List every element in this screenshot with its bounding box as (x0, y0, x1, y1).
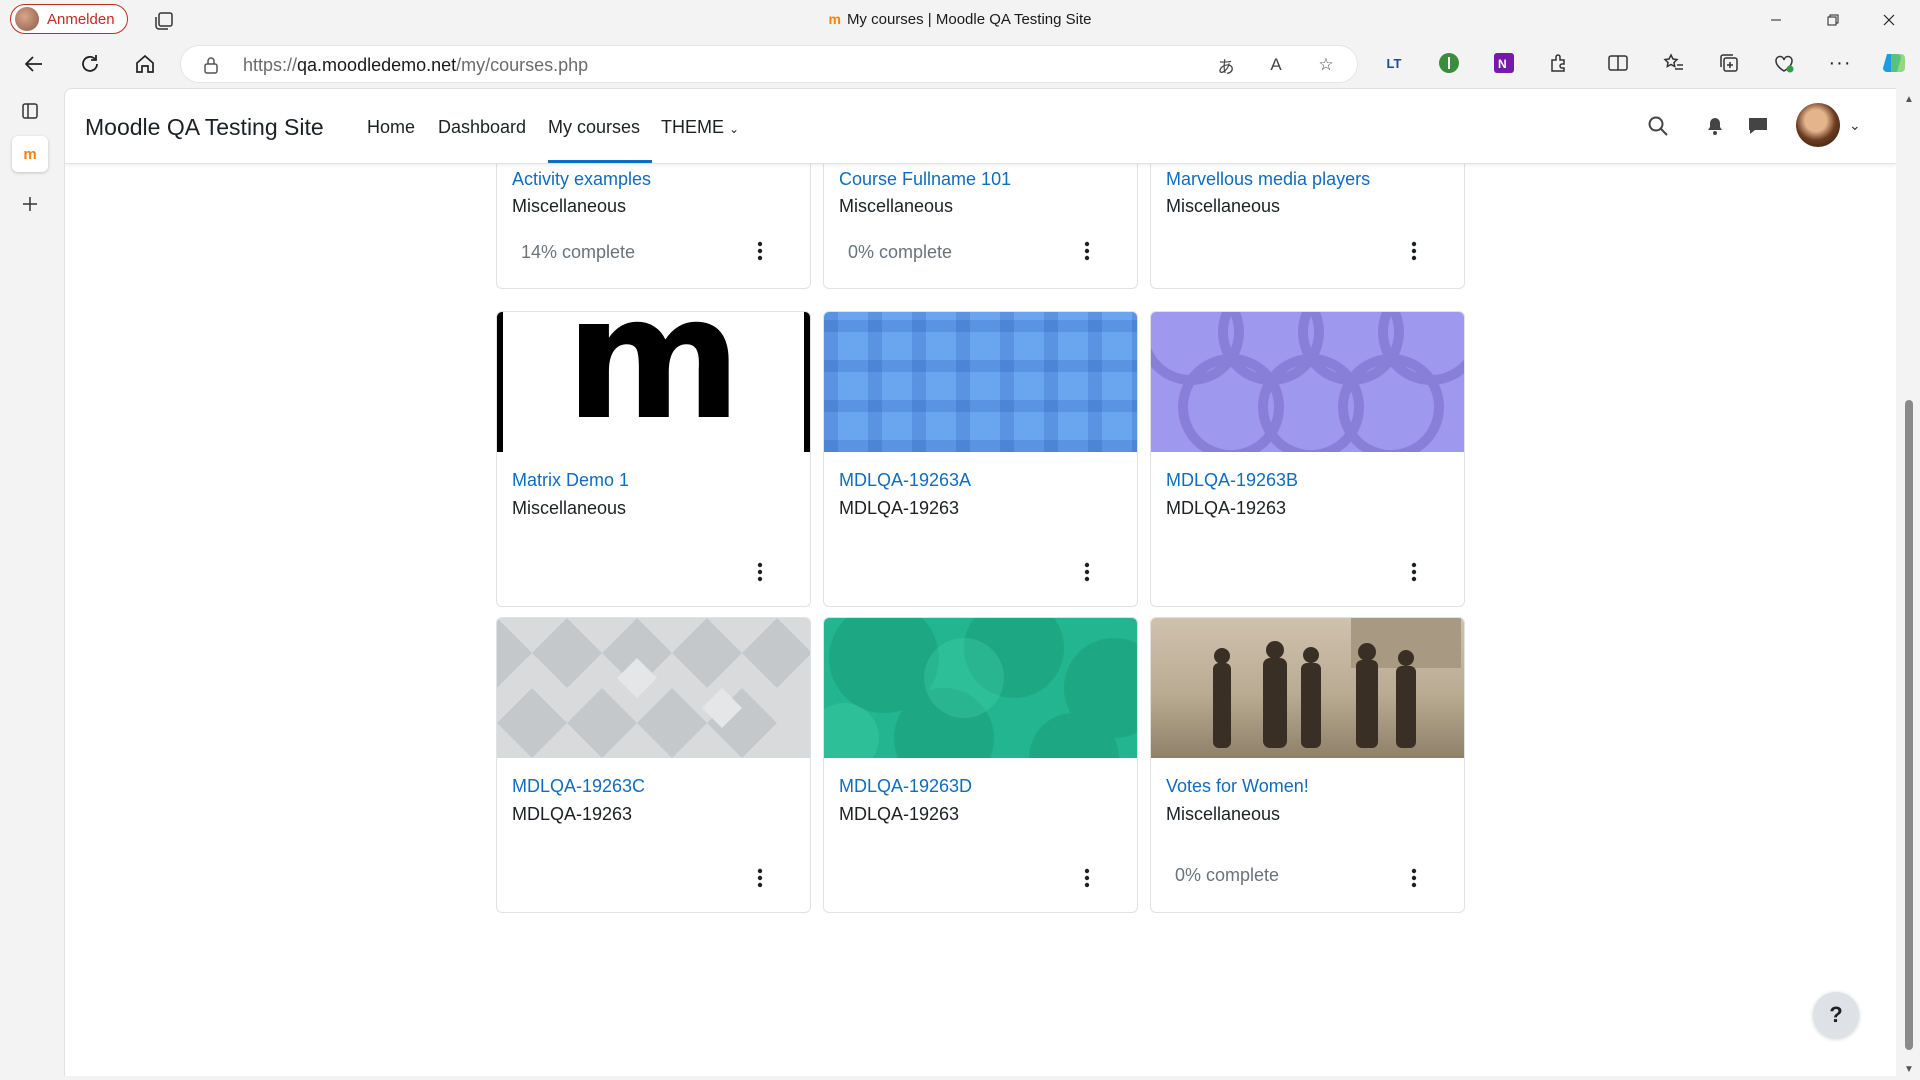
course-title-link[interactable]: Activity examples (512, 169, 651, 190)
tab-actions-icon[interactable] (12, 93, 48, 129)
moodle-navbar: Moodle QA Testing Site Home Dashboard My… (65, 89, 1896, 164)
search-icon[interactable] (1645, 113, 1671, 139)
course-image[interactable] (497, 618, 810, 758)
split-screen-icon[interactable] (1604, 49, 1632, 77)
course-title-link[interactable]: Matrix Demo 1 (512, 470, 629, 491)
course-actions-kebab-icon[interactable] (1399, 557, 1429, 587)
page-viewport: Moodle QA Testing Site Home Dashboard My… (64, 88, 1896, 1076)
active-nav-indicator (548, 160, 652, 163)
refresh-icon[interactable] (76, 50, 104, 78)
help-button[interactable]: ? (1813, 992, 1859, 1038)
course-progress: 0% complete (1175, 865, 1280, 885)
copilot-icon[interactable] (1880, 49, 1908, 77)
course-image[interactable] (1151, 312, 1464, 460)
translate-icon[interactable]: あ (1215, 54, 1237, 77)
course-image[interactable] (824, 618, 1137, 803)
shield-extension-icon[interactable] (1435, 49, 1463, 77)
course-actions-kebab-icon[interactable] (1399, 863, 1429, 893)
lock-icon[interactable] (201, 55, 221, 75)
course-title-link[interactable]: MDLQA-19263D (839, 776, 972, 797)
course-category: MDLQA-19263 (512, 804, 633, 824)
favorites-list-icon[interactable] (1660, 49, 1688, 77)
scrollbar-thumb[interactable] (1905, 400, 1913, 1050)
address-bar[interactable]: https://qa.moodledemo.net/my/courses.php… (180, 45, 1358, 83)
favorite-star-icon[interactable]: ☆ (1315, 54, 1337, 76)
browser-essentials-icon[interactable] (1770, 49, 1798, 77)
close-window-button[interactable] (1866, 6, 1912, 34)
course-actions-kebab-icon[interactable] (1399, 236, 1429, 266)
notifications-bell-icon[interactable] (1702, 113, 1728, 139)
vertical-tab-bar: m (0, 88, 60, 1080)
course-actions-kebab-icon[interactable] (1072, 863, 1102, 893)
course-card[interactable]: Activity examples Miscellaneous 14% comp… (496, 151, 811, 289)
theme-chevron-down-icon: ⌄ (729, 122, 740, 136)
course-image[interactable] (1151, 618, 1464, 758)
course-actions-kebab-icon[interactable] (745, 236, 775, 266)
svg-text:N: N (1498, 57, 1507, 71)
tab-moodle[interactable]: m (12, 136, 48, 172)
back-icon[interactable] (20, 50, 48, 78)
matrix-m-logo: m (564, 311, 743, 458)
course-category: Miscellaneous (512, 196, 627, 216)
onenote-extension-icon[interactable]: N (1490, 49, 1518, 77)
course-actions-kebab-icon[interactable] (1072, 557, 1102, 587)
user-menu-chevron-down-icon[interactable]: ⌄ (1849, 117, 1861, 134)
nav-home[interactable]: Home (367, 117, 415, 138)
course-progress: 0% complete (848, 242, 953, 262)
messages-icon[interactable] (1745, 113, 1771, 139)
course-image[interactable] (824, 312, 1137, 452)
nav-dashboard[interactable]: Dashboard (438, 117, 526, 138)
window-title-text: My courses | Moodle QA Testing Site (846, 11, 1092, 28)
scroll-up-arrow-icon[interactable]: ▲ (1904, 94, 1914, 105)
course-progress: 14% complete (521, 242, 636, 262)
site-name[interactable]: Moodle QA Testing Site (85, 114, 324, 141)
course-actions-kebab-icon[interactable] (745, 863, 775, 893)
window-title: m My courses | Moodle QA Testing Site (0, 11, 1920, 28)
moodle-tab-favicon-icon: m (23, 145, 37, 163)
nav-theme-label: THEME (661, 117, 724, 137)
course-category: MDLQA-19263 (839, 804, 960, 824)
course-category: Miscellaneous (1166, 196, 1281, 216)
nav-theme[interactable]: THEME ⌄ (661, 117, 739, 138)
more-options-icon[interactable]: ··· (1826, 49, 1854, 77)
course-actions-kebab-icon[interactable] (745, 557, 775, 587)
course-card[interactable]: m Matrix Demo 1 Miscellaneous (496, 311, 811, 607)
course-category: Miscellaneous (839, 196, 954, 216)
user-avatar[interactable] (1796, 103, 1840, 147)
course-card[interactable]: MDLQA-19263D MDLQA-19263 (823, 617, 1138, 913)
course-card[interactable]: Marvellous media players Miscellaneous (1150, 151, 1465, 289)
read-aloud-icon[interactable]: A (1265, 54, 1287, 76)
collections-icon[interactable] (1715, 49, 1743, 77)
course-actions-kebab-icon[interactable] (1072, 236, 1102, 266)
course-card[interactable]: Course Fullname 101 Miscellaneous 0% com… (823, 151, 1138, 289)
course-category: MDLQA-19263 (839, 498, 960, 518)
nav-my-courses[interactable]: My courses (548, 117, 640, 138)
course-title-link[interactable]: MDLQA-19263B (1166, 470, 1298, 491)
course-title-link[interactable]: Votes for Women! (1166, 776, 1309, 797)
url-text[interactable]: https://qa.moodledemo.net/my/courses.php (243, 55, 588, 76)
new-tab-icon[interactable] (12, 186, 48, 222)
course-title-link[interactable]: Course Fullname 101 (839, 169, 1011, 190)
course-title-link[interactable]: MDLQA-19263A (839, 470, 971, 491)
scroll-down-arrow-icon[interactable]: ▼ (1904, 1064, 1914, 1075)
course-card[interactable]: MDLQA-19263C MDLQA-19263 (496, 617, 811, 913)
extensions-puzzle-icon[interactable] (1545, 49, 1573, 77)
browser-title-bar: Anmelden m My courses | Moodle QA Testing… (0, 0, 1920, 40)
course-category: Miscellaneous (512, 498, 627, 518)
course-card[interactable]: MDLQA-19263B MDLQA-19263 (1150, 311, 1465, 607)
restore-button[interactable] (1810, 6, 1856, 34)
course-title-link[interactable]: Marvellous media players (1166, 169, 1370, 190)
course-card[interactable]: Votes for Women! Miscellaneous 0% comple… (1150, 617, 1465, 913)
course-category: Miscellaneous (1166, 804, 1281, 824)
course-category: MDLQA-19263 (1166, 498, 1287, 518)
course-title-link[interactable]: MDLQA-19263C (512, 776, 645, 797)
page-scrollbar[interactable]: ▲ ▼ (1898, 88, 1920, 1080)
home-icon[interactable] (131, 50, 159, 78)
moodle-favicon-icon: m (828, 11, 841, 27)
course-image[interactable]: m (497, 312, 810, 452)
course-card[interactable]: MDLQA-19263A MDLQA-19263 (823, 311, 1138, 607)
minimize-button[interactable] (1753, 6, 1799, 34)
languagetool-extension-icon[interactable]: LT (1380, 49, 1408, 77)
browser-toolbar: https://qa.moodledemo.net/my/courses.php… (0, 40, 1920, 88)
